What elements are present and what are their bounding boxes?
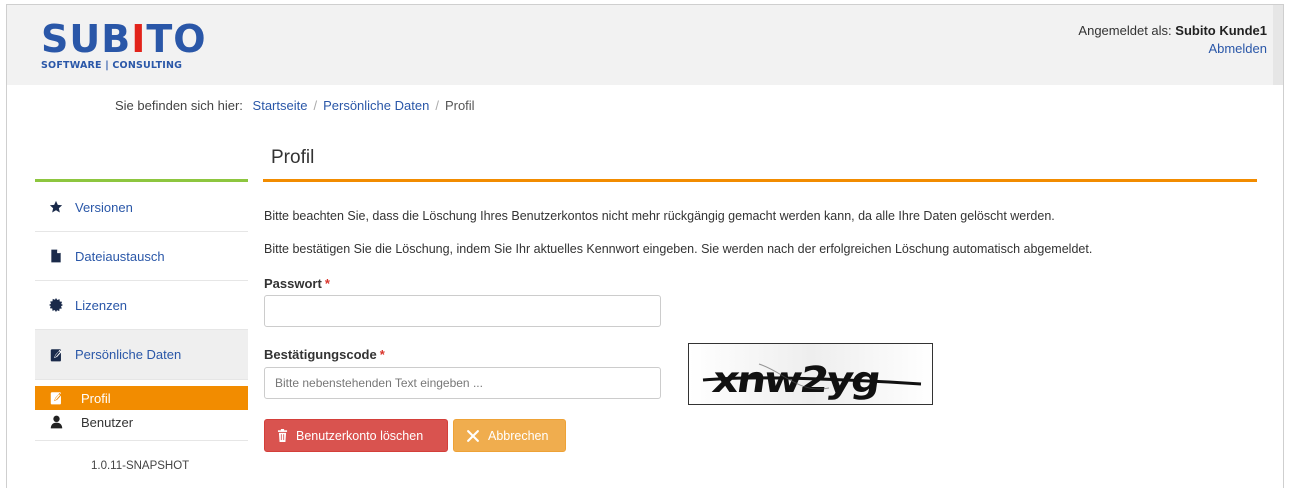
breadcrumb-prefix: Sie befinden sich hier: [115,98,243,113]
sidebar-item-label: Dateiaustausch [75,248,165,264]
logged-in-as: Angemeldet als: Subito Kunde1 [1078,23,1267,38]
breadcrumb-separator: / [435,98,439,113]
scrollbar[interactable] [1273,5,1283,85]
certificate-icon [49,298,63,312]
page-title: Profil [271,147,315,168]
sidebar-item-label: Versionen [75,199,133,215]
breadcrumb-separator: / [313,98,318,113]
trash-icon [277,429,288,442]
sidebar-top-line [35,179,248,182]
captcha-code-input[interactable] [264,367,661,399]
user-name: Subito Kunde1 [1175,23,1267,38]
edit-icon [49,348,63,362]
breadcrumb-current: Profil [444,98,475,113]
header: SUBITO SOFTWARE | CONSULTING Angemeldet … [7,5,1283,85]
cancel-button[interactable]: Abbrechen [453,419,566,452]
title-underline [263,179,1257,182]
sidebar-item-lizenzen[interactable]: Lizenzen [35,281,248,330]
breadcrumb-startseite[interactable]: Startseite [253,98,308,113]
breadcrumb-persoenliche-daten[interactable]: Persönliche Daten [323,98,429,113]
close-icon [466,429,480,443]
version-label: 1.0.11-SNAPSHOT [91,460,190,472]
logout-link[interactable]: Abmelden [1208,40,1267,58]
app-frame: SUBITO SOFTWARE | CONSULTING Angemeldet … [6,4,1284,488]
captcha-code-label: Bestätigungscode * [264,347,385,362]
sidebar-item-label: Lizenzen [75,297,128,313]
star-icon [49,200,63,214]
info-text-confirm: Bitte bestätigen Sie die Löschung, indem… [264,242,1093,256]
required-mark: * [379,347,385,362]
sidebar-subitem-label: Profil [81,390,111,406]
delete-account-label: Benutzerkonto löschen [296,428,424,443]
sidebar-item-label: Persönliche Daten [75,347,182,362]
sidebar-subitem-profil[interactable]: Profil [35,386,248,410]
logo-wordmark: SUBITO [41,17,207,61]
sidebar-item-persoenliche-daten[interactable]: Persönliche Daten [35,330,248,380]
captcha-image: xnw2yg [688,343,933,405]
sidebar-item-dateiaustausch[interactable]: Dateiaustausch [35,232,248,281]
user-info: Angemeldet als: Subito Kunde1 Abmelden [1078,22,1267,58]
required-mark: * [324,276,330,291]
edit-icon [49,391,63,405]
file-icon [49,249,63,263]
sidebar-divider [35,440,248,441]
cancel-label: Abbrechen [488,428,549,443]
sidebar-item-versionen[interactable]: Versionen [35,183,248,232]
sidebar-subitem-benutzer[interactable]: Benutzer [35,410,248,434]
sidebar-subitem-label: Benutzer [81,414,134,430]
delete-account-button[interactable]: Benutzerkonto löschen [264,419,448,452]
logo-tagline: SOFTWARE | CONSULTING [41,60,183,71]
sidebar: Versionen Dateiaustausch Lizenzen Persön… [35,183,248,441]
password-input[interactable] [264,295,661,327]
user-icon [49,415,63,429]
password-label: Passwort * [264,276,330,291]
breadcrumb: Sie befinden sich hier: Startseite / Persö… [115,98,475,113]
info-text-deletion: Bitte beachten Sie, dass die Löschung Ih… [264,209,1055,223]
logo[interactable]: SUBITO SOFTWARE | CONSULTING [41,17,207,71]
